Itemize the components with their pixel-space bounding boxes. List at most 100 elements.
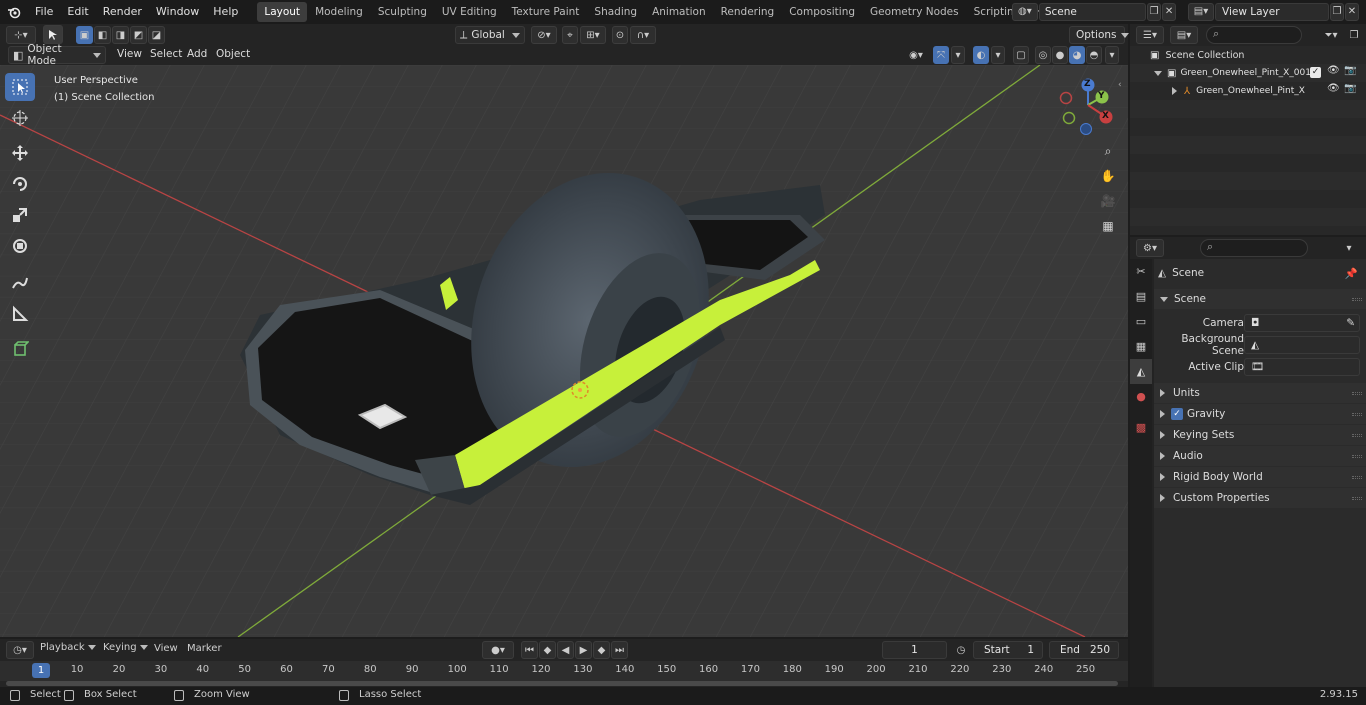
new-collection-icon[interactable]: ❐	[1346, 26, 1362, 44]
tab-modeling[interactable]: Modeling	[308, 2, 370, 22]
shading-options-dropdown-icon[interactable]: ▾	[1105, 46, 1119, 64]
jump-start-icon[interactable]: ⏮	[521, 641, 538, 659]
active-tool-select-icon[interactable]	[43, 25, 63, 44]
timeline-editor-type-icon[interactable]: ◷▾	[6, 641, 34, 659]
render-tab-icon[interactable]: ▤	[1130, 284, 1152, 309]
drag-handle-icon[interactable]	[1352, 433, 1362, 437]
play-reverse-icon[interactable]: ◀	[557, 641, 574, 659]
delete-scene-icon[interactable]: ✕	[1162, 2, 1177, 21]
zoom-view-icon[interactable]: ⌕	[1097, 140, 1119, 162]
keying-menu[interactable]: Keying	[103, 642, 148, 653]
xray-toggle-icon[interactable]: ▢	[1013, 46, 1029, 64]
select-subtract-icon[interactable]: ◨	[112, 26, 129, 44]
next-keyframe-icon[interactable]: ◆	[593, 641, 610, 659]
view-layer-browse-icon[interactable]: ▤▾	[1188, 2, 1214, 21]
falloff-icon[interactable]: ∩▾	[630, 26, 656, 44]
scene-name-field[interactable]: Scene	[1038, 2, 1147, 21]
end-frame-field[interactable]: End 250	[1049, 641, 1119, 659]
new-scene-icon[interactable]: ❐	[1147, 2, 1162, 21]
properties-search-input[interactable]: ⌕	[1200, 239, 1308, 257]
blender-logo-icon[interactable]	[0, 0, 28, 24]
visibility-eye-icon[interactable]: 👁	[1327, 65, 1340, 76]
play-icon[interactable]: ▶	[575, 641, 592, 659]
outliner-editor-type-icon[interactable]: ☰▾	[1136, 26, 1164, 44]
filter-icon[interactable]: ⏷▾	[1318, 26, 1344, 44]
move-tool-icon[interactable]	[5, 139, 35, 167]
select-extend-icon[interactable]: ◧	[94, 26, 111, 44]
tab-shading[interactable]: Shading	[587, 2, 644, 22]
menu-edit[interactable]: Edit	[60, 0, 95, 24]
menu-help[interactable]: Help	[206, 0, 245, 24]
preview-range-icon[interactable]: ◷	[952, 641, 970, 659]
delete-view-layer-icon[interactable]: ✕	[1345, 2, 1359, 21]
exclude-checkbox-icon[interactable]: ✓	[1310, 67, 1321, 78]
proportional-edit-icon[interactable]: ⊙	[612, 26, 628, 44]
material-preview-icon[interactable]: ◕	[1069, 46, 1085, 64]
visibility-filter-icon[interactable]: ◉▾	[903, 46, 929, 64]
world-tab-icon[interactable]: ●	[1130, 384, 1152, 409]
rendered-shading-icon[interactable]: ◓	[1086, 46, 1102, 64]
gravity-checkbox-icon[interactable]: ✓	[1171, 408, 1183, 420]
keying-sets-panel-header[interactable]: Keying Sets	[1154, 425, 1366, 445]
timeline-marker-menu[interactable]: Marker	[187, 643, 222, 654]
snap-toggle-icon[interactable]: ⌖	[562, 26, 578, 44]
background-scene-field[interactable]: ◭	[1244, 336, 1360, 354]
select-intersect-icon[interactable]: ◪	[148, 26, 165, 44]
overlays-dropdown-icon[interactable]: ▾	[991, 46, 1005, 64]
select-box-tool-icon[interactable]	[5, 73, 35, 101]
current-frame-field[interactable]: 1	[882, 641, 947, 659]
texture-tab-icon[interactable]: ▩	[1130, 415, 1152, 440]
expand-arrow-icon[interactable]	[1154, 70, 1162, 76]
scale-tool-icon[interactable]	[5, 201, 35, 229]
gravity-panel-header[interactable]: ✓ Gravity	[1154, 404, 1366, 424]
tab-uv-editing[interactable]: UV Editing	[435, 2, 504, 22]
select-new-icon[interactable]: ▣	[76, 26, 93, 44]
output-tab-icon[interactable]: ▭	[1130, 309, 1152, 334]
scene-browse-icon[interactable]: ◍▾	[1012, 2, 1038, 21]
tab-rendering[interactable]: Rendering	[714, 2, 782, 22]
auto-keying-icon[interactable]: ●▾	[482, 641, 514, 659]
scene-selector[interactable]: ◍▾ Scene ❐ ✕	[1012, 2, 1177, 21]
current-frame-marker[interactable]: 1	[32, 663, 50, 678]
solid-shading-icon[interactable]: ●	[1052, 46, 1068, 64]
frame-ruler[interactable]: 1 10 20 30 40 50 60 70 80 90 100 110 120 130 140 150 160…	[0, 661, 1128, 681]
playback-menu[interactable]: Playback	[40, 642, 96, 653]
mode-dropdown[interactable]: ◧ Object Mode	[8, 43, 106, 67]
scene-tab-icon[interactable]: ◭	[1130, 359, 1152, 384]
tab-texture-paint[interactable]: Texture Paint	[505, 2, 587, 22]
render-camera-icon[interactable]: 📷	[1344, 83, 1356, 94]
view-layer-selector[interactable]: ▤▾ View Layer ❐ ✕	[1188, 2, 1364, 21]
menu-file[interactable]: File	[28, 0, 60, 24]
units-panel-header[interactable]: Units	[1154, 383, 1366, 403]
tab-layout[interactable]: Layout	[257, 2, 308, 22]
custom-properties-panel-header[interactable]: Custom Properties	[1154, 488, 1366, 508]
ortho-toggle-icon[interactable]: ▦	[1097, 215, 1119, 237]
tool-tab-icon[interactable]: ✂	[1130, 259, 1152, 284]
options-dropdown[interactable]: Options	[1069, 26, 1129, 44]
gizmo-dropdown-icon[interactable]: ▾	[951, 46, 965, 64]
select-invert-icon[interactable]: ◩	[130, 26, 147, 44]
drag-handle-icon[interactable]	[1352, 391, 1362, 395]
jump-end-icon[interactable]: ⏭	[611, 641, 628, 659]
snap-target-icon[interactable]: ⊞▾	[580, 26, 606, 44]
viewport-menu-select[interactable]: Select	[150, 48, 182, 60]
rigid-body-world-panel-header[interactable]: Rigid Body World	[1154, 467, 1366, 487]
active-clip-field[interactable]: 🎞	[1244, 358, 1360, 376]
add-cube-tool-icon[interactable]	[5, 335, 35, 363]
tab-geometry-nodes[interactable]: Geometry Nodes	[863, 2, 966, 22]
wireframe-shading-icon[interactable]: ◎	[1035, 46, 1051, 64]
navigation-gizmo[interactable]: Z Y X	[1058, 75, 1118, 135]
drag-handle-icon[interactable]	[1352, 297, 1362, 301]
cursor-tool-icon[interactable]	[5, 104, 35, 132]
camera-view-icon[interactable]: 🎥	[1097, 190, 1119, 212]
drag-handle-icon[interactable]	[1352, 496, 1362, 500]
render-camera-icon[interactable]: 📷	[1344, 65, 1356, 76]
expand-arrow-icon[interactable]	[1172, 87, 1177, 95]
transform-tool-icon[interactable]	[5, 232, 35, 260]
properties-options-icon[interactable]: ▾	[1340, 239, 1358, 257]
prev-keyframe-icon[interactable]: ◆	[539, 641, 556, 659]
timeline-scrollbar[interactable]	[6, 681, 1118, 686]
editor-type-icon[interactable]: ⊹▾	[6, 26, 36, 44]
eyedropper-icon[interactable]: ✎	[1346, 315, 1355, 331]
start-frame-field[interactable]: Start 1	[973, 641, 1043, 659]
